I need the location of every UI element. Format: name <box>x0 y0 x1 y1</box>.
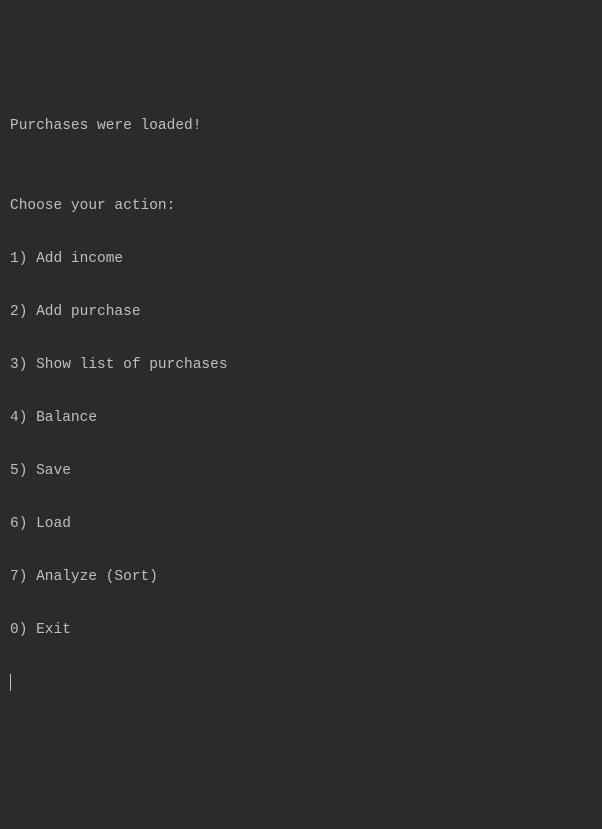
menu-prompt: Choose your action: <box>10 193 592 220</box>
input-line[interactable] <box>10 670 592 697</box>
menu-item-exit: 0) Exit <box>10 617 592 644</box>
menu-item-add-income: 1) Add income <box>10 246 592 273</box>
status-message: Purchases were loaded! <box>10 113 592 140</box>
menu-item-save: 5) Save <box>10 458 592 485</box>
menu-item-show-purchases: 3) Show list of purchases <box>10 352 592 379</box>
text-cursor-icon <box>10 674 11 691</box>
menu-item-load: 6) Load <box>10 511 592 538</box>
menu-item-analyze: 7) Analyze (Sort) <box>10 564 592 591</box>
menu-item-add-purchase: 2) Add purchase <box>10 299 592 326</box>
menu-item-balance: 4) Balance <box>10 405 592 432</box>
